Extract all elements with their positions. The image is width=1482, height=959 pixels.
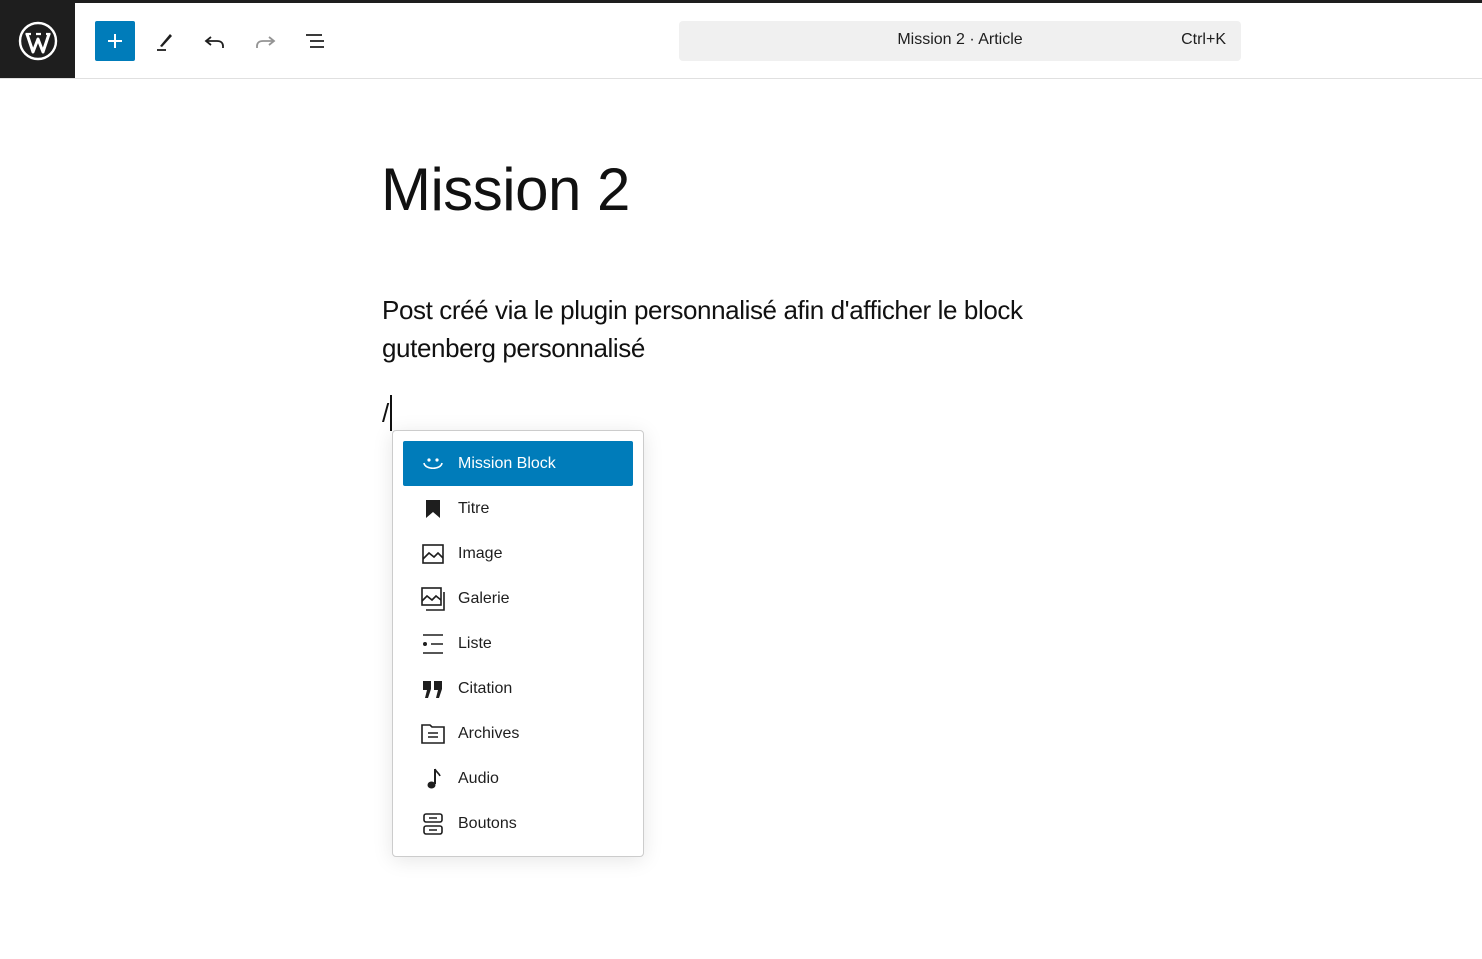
bookmark-icon: [421, 497, 445, 521]
slash-text: /: [382, 397, 390, 428]
command-palette-bar[interactable]: Mission 2 · Article Ctrl+K: [679, 21, 1241, 61]
autocomplete-item-image[interactable]: Image: [403, 531, 633, 576]
keyboard-shortcut: Ctrl+K: [1181, 31, 1226, 48]
quote-icon: [421, 677, 445, 701]
autocomplete-item-boutons[interactable]: Boutons: [403, 801, 633, 846]
pencil-icon: [157, 34, 172, 51]
editor-header: Mission 2 · Article Ctrl+K: [0, 3, 1482, 79]
wordpress-icon: [18, 21, 57, 60]
autocomplete-item-titre[interactable]: Titre: [403, 486, 633, 531]
list-icon: [421, 632, 445, 656]
autocomplete-item-label: Titre: [458, 499, 490, 517]
autocomplete-item-audio[interactable]: Audio: [403, 756, 633, 801]
undo-icon: [204, 36, 224, 48]
buttons-icon: [421, 812, 445, 836]
autocomplete-item-label: Citation: [458, 679, 513, 697]
autocomplete-item-citation[interactable]: Citation: [403, 666, 633, 711]
smiley-icon: [421, 452, 445, 476]
slash-command-input[interactable]: /: [382, 395, 393, 431]
autocomplete-item-label: Mission Block: [458, 454, 556, 472]
autocomplete-item-galerie[interactable]: Galerie: [403, 576, 633, 621]
tools-button[interactable]: [145, 21, 185, 61]
image-icon: [421, 542, 445, 566]
autocomplete-item-label: Archives: [458, 724, 520, 742]
wordpress-logo-button[interactable]: [0, 3, 75, 78]
autocomplete-item-label: Boutons: [458, 814, 517, 832]
undo-button[interactable]: [195, 21, 235, 61]
plus-icon: [108, 34, 122, 48]
autocomplete-item-label: Galerie: [458, 589, 510, 607]
autocomplete-item-mission-block[interactable]: Mission Block: [403, 441, 633, 486]
archive-icon: [421, 722, 445, 746]
gallery-icon: [421, 586, 445, 611]
paragraph-block[interactable]: Post créé via le plugin personnalisé afi…: [382, 291, 1102, 367]
document-overview-button[interactable]: [295, 21, 335, 61]
autocomplete-item-label: Audio: [458, 769, 499, 787]
redo-button[interactable]: [245, 21, 285, 61]
autocomplete-item-archives[interactable]: Archives: [403, 711, 633, 756]
block-inserter-button[interactable]: [95, 21, 135, 61]
list-view-icon: [306, 34, 324, 48]
text-caret: [390, 395, 393, 431]
document-title: Mission 2 · Article: [897, 31, 1023, 48]
post-title[interactable]: Mission 2: [381, 155, 630, 224]
autocomplete-item-label: Liste: [458, 634, 492, 652]
block-autocomplete-popover: Mission Block Titre Image Galerie Liste …: [392, 430, 644, 857]
autocomplete-item-label: Image: [458, 544, 503, 562]
audio-icon: [421, 767, 445, 791]
autocomplete-item-liste[interactable]: Liste: [403, 621, 633, 666]
redo-icon: [256, 36, 276, 48]
